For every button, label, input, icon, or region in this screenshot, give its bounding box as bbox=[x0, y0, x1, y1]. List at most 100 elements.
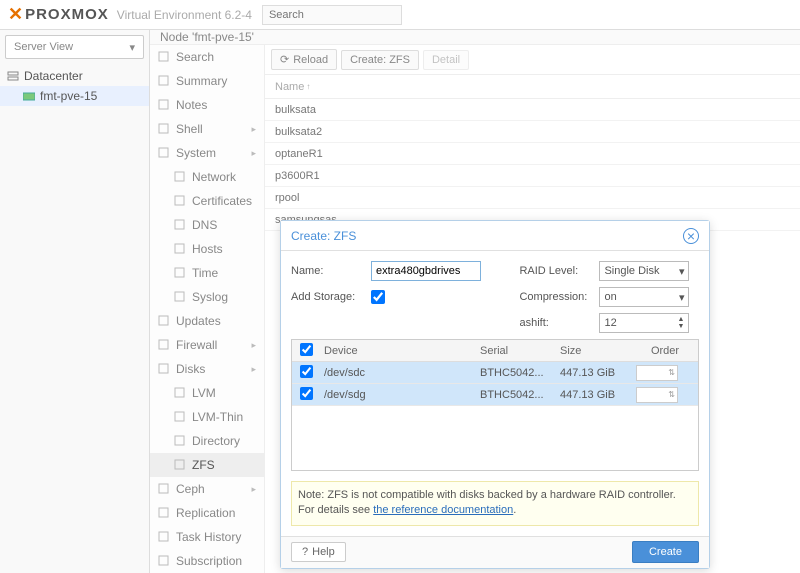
nav-zfs[interactable]: ZFS bbox=[150, 453, 264, 477]
raid-select[interactable]: Single Disk▾ bbox=[599, 261, 689, 281]
device-row[interactable]: /dev/sdcBTHC5042...447.13 GiB⇅ bbox=[292, 362, 698, 384]
zfs-pool-row[interactable]: bulksata2 bbox=[265, 121, 800, 143]
zfs-pool-row[interactable]: bulksata bbox=[265, 99, 800, 121]
nav-search[interactable]: Search bbox=[150, 45, 264, 69]
nav-summary[interactable]: Summary bbox=[150, 69, 264, 93]
nav-syslog[interactable]: Syslog bbox=[150, 285, 264, 309]
device-path: /dev/sdc bbox=[320, 367, 480, 379]
dns-icon bbox=[174, 219, 186, 231]
repl-icon bbox=[158, 507, 170, 519]
nav-notes[interactable]: Notes bbox=[150, 93, 264, 117]
select-all-checkbox[interactable] bbox=[300, 343, 313, 356]
nav-replication[interactable]: Replication bbox=[150, 501, 264, 525]
system-icon bbox=[158, 147, 170, 159]
create-zfs-modal: Create: ZFS × Name: RAID Level: Single D… bbox=[280, 220, 710, 569]
device-row[interactable]: /dev/sdgBTHC5042...447.13 GiB⇅ bbox=[292, 384, 698, 406]
order-spinner[interactable]: ⇅ bbox=[636, 387, 678, 403]
name-label: Name: bbox=[291, 265, 371, 277]
device-path: /dev/sdg bbox=[320, 389, 480, 401]
nav-dns[interactable]: DNS bbox=[150, 213, 264, 237]
nav-label: Updates bbox=[176, 314, 221, 328]
search-icon bbox=[158, 51, 170, 63]
col-order[interactable]: Order bbox=[636, 345, 694, 357]
search-input[interactable] bbox=[262, 5, 402, 25]
zfs-pool-row[interactable]: p3600R1 bbox=[265, 165, 800, 187]
device-checkbox[interactable] bbox=[300, 365, 313, 378]
nav-label: Task History bbox=[176, 530, 241, 544]
ceph-icon bbox=[158, 483, 170, 495]
nav-subscription[interactable]: Subscription bbox=[150, 549, 264, 573]
toolbar: ⟳Reload Create: ZFS Detail bbox=[265, 45, 800, 75]
chevron-down-icon: ▾ bbox=[679, 291, 685, 304]
nav-label: Network bbox=[192, 170, 236, 184]
nav-label: DNS bbox=[192, 218, 217, 232]
nav-label: Hosts bbox=[192, 242, 223, 256]
compression-value: on bbox=[604, 291, 616, 303]
nav-label: LVM bbox=[192, 386, 216, 400]
tree-datacenter[interactable]: Datacenter bbox=[0, 66, 149, 86]
nav-lvm-thin[interactable]: LVM-Thin bbox=[150, 405, 264, 429]
nav-label: Firewall bbox=[176, 338, 217, 352]
view-selector[interactable]: Server View ▾ bbox=[5, 35, 144, 59]
col-name[interactable]: Name bbox=[275, 81, 304, 93]
zfs-icon bbox=[174, 459, 186, 471]
logo: ✕ PROXMOX bbox=[8, 4, 109, 25]
zfs-pool-row[interactable]: optaneR1 bbox=[265, 143, 800, 165]
name-input[interactable] bbox=[371, 261, 481, 281]
tree-label: Datacenter bbox=[24, 69, 83, 83]
tree-label: fmt-pve-15 bbox=[40, 89, 97, 103]
nav-system[interactable]: System▸ bbox=[150, 141, 264, 165]
node-icon bbox=[22, 89, 36, 103]
addstorage-checkbox[interactable] bbox=[371, 290, 385, 304]
nav-disks[interactable]: Disks▸ bbox=[150, 357, 264, 381]
chevron-icon: ▸ bbox=[251, 124, 256, 135]
nav-label: Disks bbox=[176, 362, 205, 376]
device-serial: BTHC5042... bbox=[480, 389, 560, 401]
chevron-icon: ▸ bbox=[251, 340, 256, 351]
note-link[interactable]: the reference documentation bbox=[373, 504, 513, 516]
col-size[interactable]: Size bbox=[560, 345, 636, 357]
help-button[interactable]: ?Help bbox=[291, 542, 346, 562]
chevron-icon: ▸ bbox=[251, 484, 256, 495]
nav-certificates[interactable]: Certificates bbox=[150, 189, 264, 213]
nav-menu: SearchSummaryNotesShell▸System▸ Network Ce… bbox=[150, 45, 265, 573]
nav-network[interactable]: Network bbox=[150, 165, 264, 189]
logo-icon: ✕ bbox=[8, 4, 23, 25]
firewall-icon bbox=[158, 339, 170, 351]
summary-icon bbox=[158, 75, 170, 87]
create-zfs-button[interactable]: Create: ZFS bbox=[341, 50, 419, 70]
server-icon bbox=[6, 69, 20, 83]
network-icon bbox=[174, 171, 186, 183]
nav-lvm[interactable]: LVM bbox=[150, 381, 264, 405]
compression-select[interactable]: on ▾ bbox=[599, 287, 689, 307]
tree-node[interactable]: fmt-pve-15 bbox=[0, 86, 149, 106]
modal-footer: ?Help Create bbox=[281, 536, 709, 568]
nav-updates[interactable]: Updates bbox=[150, 309, 264, 333]
nav-directory[interactable]: Directory bbox=[150, 429, 264, 453]
nav-shell[interactable]: Shell▸ bbox=[150, 117, 264, 141]
nav-label: Certificates bbox=[192, 194, 252, 208]
reload-button[interactable]: ⟳Reload bbox=[271, 49, 337, 70]
help-icon: ? bbox=[302, 546, 308, 558]
nav-time[interactable]: Time bbox=[150, 261, 264, 285]
close-icon[interactable]: × bbox=[683, 228, 699, 244]
nav-label: Syslog bbox=[192, 290, 228, 304]
resource-tree: Datacenter fmt-pve-15 bbox=[0, 64, 149, 108]
nav-task-history[interactable]: Task History bbox=[150, 525, 264, 549]
device-checkbox[interactable] bbox=[300, 387, 313, 400]
ashift-spinner[interactable]: 12▲▼ bbox=[599, 313, 689, 333]
nav-ceph[interactable]: Ceph▸ bbox=[150, 477, 264, 501]
hosts-icon bbox=[174, 243, 186, 255]
nav-label: Directory bbox=[192, 434, 240, 448]
lvmthin-icon bbox=[174, 411, 186, 423]
zfs-pool-row[interactable]: rpool bbox=[265, 187, 800, 209]
order-spinner[interactable]: ⇅ bbox=[636, 365, 678, 381]
col-serial[interactable]: Serial bbox=[480, 345, 560, 357]
col-device[interactable]: Device bbox=[320, 345, 480, 357]
compression-label: Compression: bbox=[519, 291, 599, 303]
nav-firewall[interactable]: Firewall ▸ bbox=[150, 333, 264, 357]
detail-button[interactable]: Detail bbox=[423, 50, 469, 70]
nav-hosts[interactable]: Hosts bbox=[150, 237, 264, 261]
modal-title-bar[interactable]: Create: ZFS × bbox=[281, 221, 709, 251]
create-button[interactable]: Create bbox=[632, 541, 699, 563]
